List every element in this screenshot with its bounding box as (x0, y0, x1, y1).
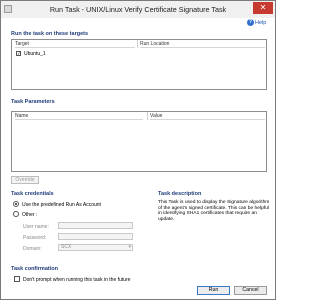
use-predefined-label[interactable]: Use the predefined Run As Account (22, 202, 101, 208)
username-field[interactable] (58, 222, 133, 229)
use-predefined-radio[interactable] (13, 201, 19, 207)
close-icon: ✕ (259, 3, 267, 12)
column-header-value[interactable]: Value (150, 112, 265, 120)
column-header-target[interactable]: Target (15, 40, 135, 48)
domain-select[interactable]: SCX ▾ (58, 244, 133, 251)
help-icon[interactable]: ? (247, 19, 254, 26)
column-separator (137, 40, 138, 48)
task-description-text: This Task is used to display the Signatu… (158, 200, 270, 222)
run-button[interactable]: Run (197, 286, 230, 295)
cancel-button[interactable]: Cancel (234, 286, 267, 295)
column-separator (147, 112, 148, 120)
description-section-title: Task description (158, 191, 202, 197)
target-checkbox[interactable]: ✓ (16, 51, 21, 57)
run-task-dialog: Run Task - UNIX/Linux Verify Certificate… (0, 0, 276, 300)
targets-section-title: Run the task on these targets (11, 31, 89, 37)
dont-prompt-checkbox[interactable] (14, 276, 20, 282)
parameters-list[interactable]: Name Value (11, 111, 267, 172)
confirmation-section-title: Task confirmation (11, 266, 58, 272)
window-title: Run Task - UNIX/Linux Verify Certificate… (49, 5, 227, 14)
other-radio[interactable] (13, 211, 19, 217)
username-label: User name: (23, 224, 49, 230)
close-button[interactable]: ✕ (253, 2, 273, 14)
column-header-name[interactable]: Name (15, 112, 143, 120)
domain-value: SCX (61, 244, 72, 250)
dont-prompt-label[interactable]: Don't prompt when running this task in t… (23, 277, 130, 283)
target-row[interactable]: ✓ Ubuntu_1 (16, 51, 46, 58)
help-link[interactable]: Help (255, 20, 266, 26)
domain-label: Domain: (23, 246, 42, 252)
targets-list[interactable]: Target Run Location ✓ Ubuntu_1 (11, 39, 267, 90)
target-name: Ubuntu_1 (24, 51, 46, 57)
title-bar[interactable]: Run Task - UNIX/Linux Verify Certificate… (1, 1, 275, 18)
column-header-run-location[interactable]: Run Location (140, 40, 265, 48)
override-button[interactable]: Override (11, 176, 39, 184)
other-label[interactable]: Other : (22, 212, 37, 218)
parameters-section-title: Task Parameters (11, 99, 55, 105)
credentials-section-title: Task credentials (11, 191, 54, 197)
password-field[interactable] (58, 233, 133, 240)
chevron-down-icon: ▾ (128, 244, 131, 250)
password-label: Password: (23, 235, 47, 241)
